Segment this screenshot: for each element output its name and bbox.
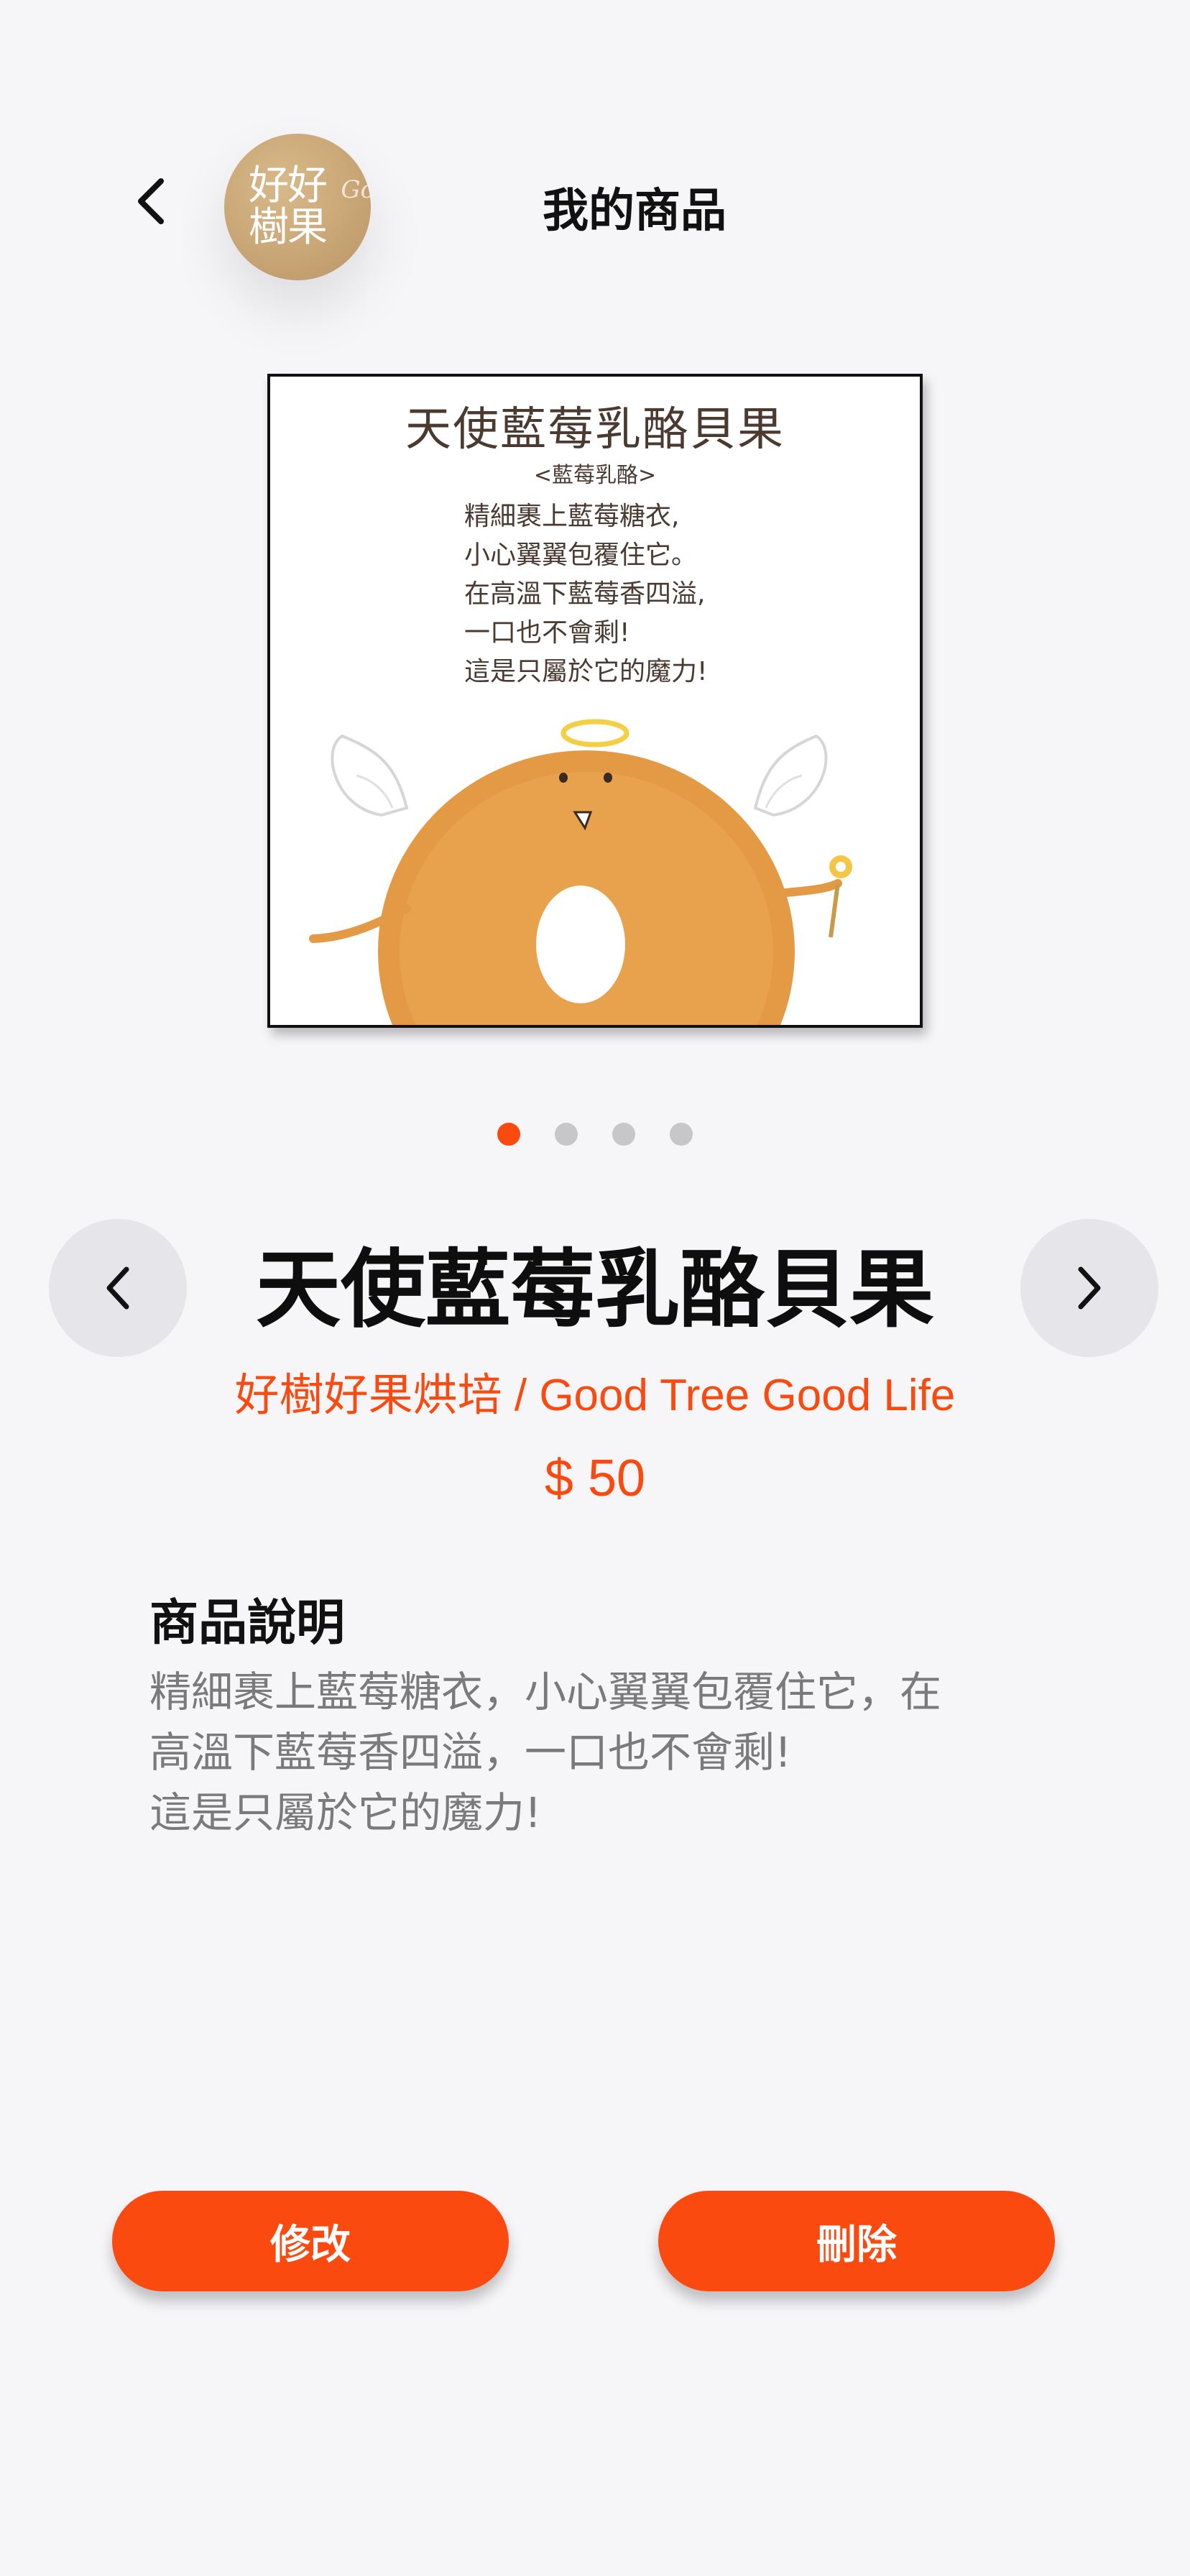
carousel-dot[interactable] (670, 1123, 693, 1146)
carousel-dot[interactable] (555, 1123, 578, 1146)
angel-bagel-illustration (309, 719, 852, 1025)
description-body: 精細裹上藍莓糖衣，小心翼翼包覆住它，在 高溫下藍莓香四溢，一口也不會剩! 這是只… (149, 1668, 942, 1837)
product-price: $ 50 (544, 1450, 646, 1507)
edit-button[interactable]: 修改 (112, 2191, 509, 2291)
product-name: 天使藍莓乳酪貝果 (255, 1240, 934, 1339)
product-detail-screen: 好好樹果 Go 我的商品 天使藍莓乳酪貝果 <藍莓乳酪> 精細裹上藍莓糖衣, 小… (0, 0, 1190, 2576)
store-name: 好樹好果烘培 / Good Tree Good Life (234, 1371, 956, 1420)
carousel-indicator (0, 1123, 1190, 1146)
carousel-dot[interactable] (497, 1123, 520, 1146)
page-title: 我的商品 (543, 185, 727, 238)
carousel-dot[interactable] (612, 1123, 635, 1146)
delete-button[interactable]: 刪除 (658, 2191, 1055, 2291)
description-heading: 商品說明 (149, 1595, 346, 1652)
product-image[interactable]: 天使藍莓乳酪貝果 <藍莓乳酪> 精細裹上藍莓糖衣, 小心翼翼包覆住它。 在高溫下… (267, 374, 923, 1028)
